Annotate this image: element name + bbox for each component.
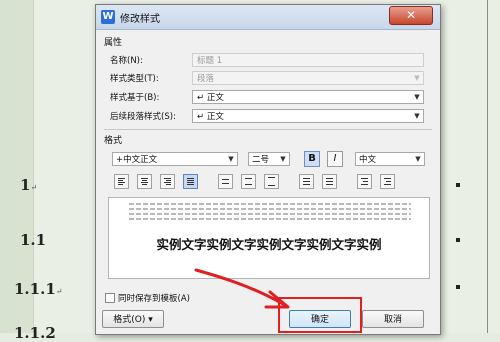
red-arrow-annotation [194,268,290,309]
